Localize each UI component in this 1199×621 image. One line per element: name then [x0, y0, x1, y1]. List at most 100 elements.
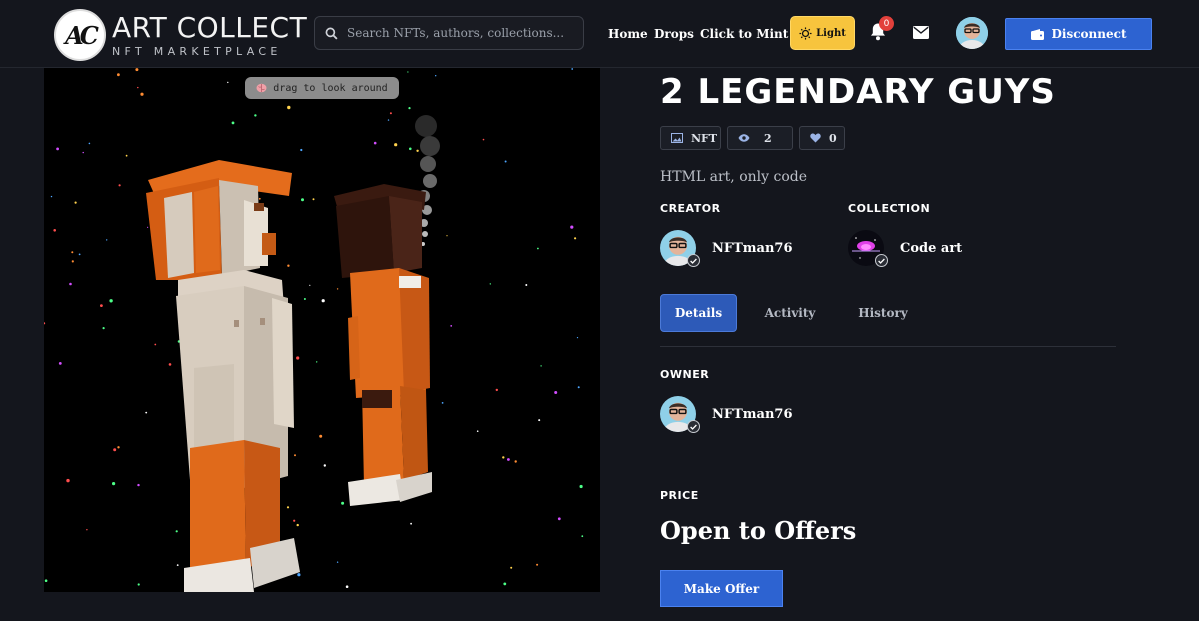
owner-name[interactable]: NFTman76 — [712, 407, 793, 422]
wallet-icon — [1030, 28, 1044, 40]
star-dot — [125, 154, 128, 157]
star-dot — [489, 283, 491, 285]
star-dot — [176, 564, 179, 566]
nft-title: 2 LEGENDARY GUYS — [660, 72, 1056, 112]
nav-home[interactable]: Home — [608, 27, 648, 41]
disconnect-button[interactable]: Disconnect — [1005, 18, 1152, 50]
creator-profile[interactable]: NFTman76 — [660, 230, 793, 277]
nav-drops[interactable]: Drops — [654, 27, 694, 41]
logo-text: ART COLLECT NFT MARKETPLACE — [112, 10, 308, 58]
nft-description: HTML art, only code — [660, 169, 807, 185]
search-input[interactable] — [347, 26, 577, 40]
star-dot — [507, 458, 510, 461]
search-icon — [325, 27, 338, 40]
views-count: 2 — [764, 131, 772, 145]
star-dot — [294, 454, 296, 457]
collection-avatar[interactable] — [848, 230, 888, 267]
site-logo[interactable]: AC ART COLLECT NFT MARKETPLACE — [54, 9, 307, 61]
star-dot — [297, 573, 301, 577]
eye-icon — [738, 134, 750, 142]
owner-profile[interactable]: NFTman76 — [660, 396, 793, 443]
drag-hint-text: drag to look around — [273, 82, 388, 94]
star-dot — [576, 337, 579, 339]
star-dot — [407, 71, 409, 73]
star-dot — [137, 583, 140, 586]
star-dot — [301, 198, 304, 202]
star-dot — [56, 147, 59, 151]
creator-avatar[interactable] — [660, 230, 700, 277]
disconnect-label: Disconnect — [1051, 27, 1127, 41]
star-dot — [100, 304, 103, 307]
tab-history[interactable]: History — [848, 294, 918, 332]
make-offer-button[interactable]: Make Offer — [660, 570, 783, 607]
star-dot — [117, 73, 120, 77]
top-navbar: AC ART COLLECT NFT MARKETPLACE Home Drop… — [0, 0, 1199, 68]
verified-icon — [687, 420, 700, 433]
star-dot — [113, 448, 117, 452]
star-dot — [557, 517, 561, 521]
creator-name[interactable]: NFTman76 — [712, 241, 793, 256]
type-chip: NFT — [660, 126, 721, 150]
star-dot — [450, 325, 453, 327]
star-dot — [286, 506, 290, 509]
star-dot — [135, 68, 139, 72]
owner-avatar[interactable] — [660, 396, 700, 443]
user-avatar[interactable] — [956, 17, 988, 49]
star-dot — [137, 483, 140, 487]
verified-icon — [875, 254, 888, 267]
collection-label: COLLECTION — [848, 202, 931, 215]
star-dot — [319, 434, 323, 438]
star-dot — [287, 264, 290, 267]
star-dot — [254, 114, 257, 117]
theme-toggle-button[interactable]: Light — [790, 16, 855, 50]
likes-count: 0 — [829, 131, 837, 145]
star-dot — [309, 284, 311, 286]
likes-chip[interactable]: 0 — [799, 126, 845, 150]
heart-icon — [810, 133, 821, 143]
star-dot — [389, 112, 392, 115]
star-dot — [336, 561, 339, 563]
search-bar[interactable] — [314, 16, 584, 50]
nft-artwork — [44, 68, 600, 592]
star-dot — [537, 247, 539, 250]
star-dot — [71, 251, 74, 254]
tab-activity[interactable]: Activity — [754, 294, 826, 332]
star-dot — [574, 237, 577, 240]
views-chip: 2 — [727, 126, 793, 150]
star-dot — [287, 105, 291, 110]
star-dot — [296, 523, 299, 527]
star-dot — [231, 121, 235, 125]
image-icon — [671, 133, 683, 143]
nav-click-to-mint[interactable]: Click to Mint — [700, 27, 788, 41]
star-dot — [441, 402, 444, 404]
verified-icon — [687, 254, 700, 267]
star-dot — [106, 239, 108, 241]
star-dot — [394, 143, 398, 147]
star-dot — [86, 529, 88, 531]
star-dot — [495, 388, 498, 392]
star-dot — [571, 68, 574, 70]
star-dot — [154, 343, 157, 346]
tab-details[interactable]: Details — [660, 294, 737, 332]
envelope-icon[interactable] — [913, 26, 929, 39]
star-dot — [118, 184, 121, 187]
star-dot — [175, 530, 178, 533]
star-dot — [312, 198, 315, 201]
star-dot — [538, 419, 541, 422]
collection-name[interactable]: Code art — [900, 241, 962, 256]
star-dot — [581, 535, 584, 538]
star-dot — [336, 288, 339, 290]
star-dot — [416, 149, 419, 152]
star-dot — [82, 151, 84, 154]
star-dot — [258, 197, 261, 200]
type-chip-label: NFT — [691, 131, 718, 145]
logo-title: ART COLLECT — [112, 10, 308, 44]
nft-3d-viewer[interactable]: drag to look around — [44, 68, 600, 592]
star-dot — [109, 299, 113, 303]
star-dot — [504, 160, 507, 163]
star-dot — [341, 501, 345, 505]
star-dot — [137, 86, 139, 89]
star-dot — [503, 582, 507, 586]
collection-profile[interactable]: Code art — [848, 230, 962, 267]
star-dot — [102, 327, 105, 330]
